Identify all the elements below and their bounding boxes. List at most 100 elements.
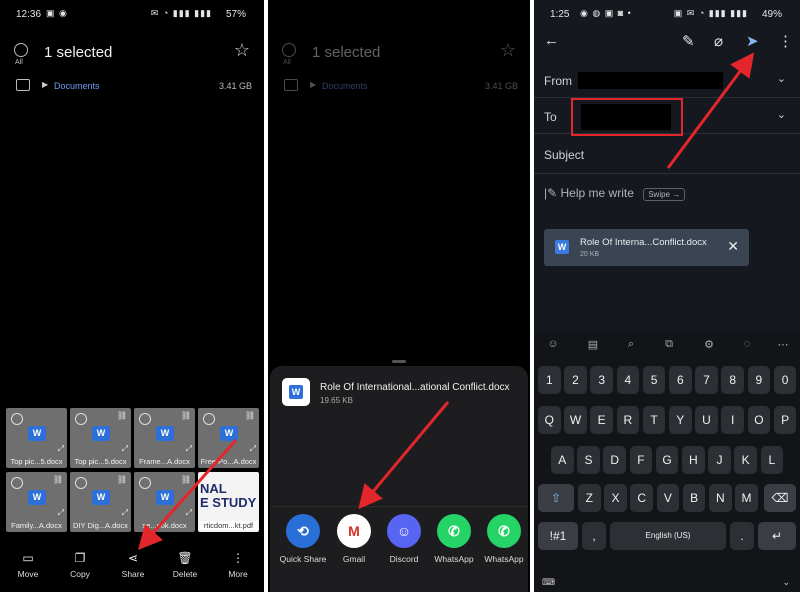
key-k[interactable]: K bbox=[734, 446, 757, 474]
translate-icon[interactable]: ⧉ bbox=[660, 338, 678, 354]
file-checkbox[interactable] bbox=[11, 413, 23, 425]
key-n[interactable]: N bbox=[709, 484, 732, 512]
key-s[interactable]: S bbox=[577, 446, 600, 474]
enter-key[interactable]: ↵ bbox=[758, 522, 796, 550]
file-tile[interactable]: ⛓ W ⤢ Family...A.docx bbox=[6, 472, 67, 532]
attachment-chip[interactable]: W Role Of Interna...Conflict.docx 20 KB … bbox=[544, 229, 749, 266]
key-1[interactable]: 1 bbox=[538, 366, 561, 394]
clipboard-icon[interactable]: ▤ bbox=[584, 338, 602, 354]
copy-button[interactable]: ❐ Copy bbox=[60, 550, 100, 579]
space-key[interactable]: English (US) bbox=[610, 522, 726, 550]
share-app-quick-share[interactable]: ⟲ Quick Share bbox=[278, 514, 328, 564]
file-tile[interactable]: ⛓ W ⤢ Frame...A.docx bbox=[134, 408, 195, 468]
key-6[interactable]: 6 bbox=[669, 366, 692, 394]
more-icon[interactable]: ⋮ bbox=[778, 32, 793, 54]
symbols-key[interactable]: !#1 bbox=[538, 522, 578, 550]
from-field[interactable]: From ⌄ bbox=[534, 64, 800, 98]
key-r[interactable]: R bbox=[616, 406, 640, 434]
file-checkbox[interactable] bbox=[139, 477, 151, 489]
ai-icon[interactable]: ◌ bbox=[738, 338, 756, 354]
search-icon[interactable]: ⌕ bbox=[622, 338, 640, 354]
file-checkbox[interactable] bbox=[11, 477, 23, 489]
key-u[interactable]: U bbox=[695, 406, 718, 434]
backspace-key[interactable]: ⌫ bbox=[764, 484, 796, 512]
key-8[interactable]: 8 bbox=[721, 366, 744, 394]
file-checkbox[interactable] bbox=[75, 413, 87, 425]
key-y[interactable]: Y bbox=[669, 406, 692, 434]
to-field[interactable]: To ⌄ bbox=[534, 98, 800, 136]
file-checkbox[interactable] bbox=[75, 477, 87, 489]
key-x[interactable]: X bbox=[604, 484, 627, 512]
file-tile[interactable]: ⛓ W ⤢ Top pic...5.docx bbox=[70, 408, 131, 468]
key-p[interactable]: P bbox=[773, 406, 797, 434]
key-f[interactable]: F bbox=[629, 446, 653, 474]
key-9[interactable]: 9 bbox=[747, 366, 771, 394]
file-checkbox[interactable] bbox=[203, 413, 215, 425]
key-w[interactable]: W bbox=[564, 406, 587, 434]
key-e[interactable]: E bbox=[590, 406, 613, 434]
key-l[interactable]: L bbox=[760, 446, 784, 474]
key-b[interactable]: B bbox=[682, 484, 706, 512]
sheet-handle[interactable] bbox=[392, 360, 406, 363]
file-tile[interactable]: ⛓ W ⤢ Free Po...A.docx bbox=[198, 408, 259, 468]
key-m[interactable]: M bbox=[735, 484, 758, 512]
key-7[interactable]: 7 bbox=[695, 366, 718, 394]
more-button[interactable]: ⋮ More bbox=[218, 550, 258, 579]
key-2[interactable]: 2 bbox=[564, 366, 587, 394]
subject-field[interactable]: Subject bbox=[534, 138, 800, 174]
share-app-whatsapp-2[interactable]: ✆ WhatsApp bbox=[479, 514, 529, 564]
key-5[interactable]: 5 bbox=[642, 366, 666, 394]
key-0[interactable]: 0 bbox=[773, 366, 797, 394]
file-tile[interactable]: W ⤢ Top pic...5.docx bbox=[6, 408, 67, 468]
delete-button[interactable]: 🗑 Delete bbox=[165, 550, 205, 579]
key-c[interactable]: C bbox=[630, 484, 653, 512]
shift-key[interactable]: ⇧ bbox=[538, 484, 574, 512]
key-i[interactable]: I bbox=[721, 406, 744, 434]
key-3[interactable]: 3 bbox=[590, 366, 613, 394]
key-a[interactable]: A bbox=[551, 446, 574, 474]
key-j[interactable]: J bbox=[708, 446, 731, 474]
share-app-whatsapp[interactable]: ✆ WhatsApp bbox=[429, 514, 479, 564]
key-v[interactable]: V bbox=[656, 484, 680, 512]
remove-attachment-icon[interactable]: ✕ bbox=[727, 238, 739, 255]
file-checkbox[interactable] bbox=[139, 413, 151, 425]
settings-icon[interactable]: ⚙ bbox=[700, 338, 718, 354]
word-file-icon: W bbox=[282, 378, 310, 406]
emoji-icon[interactable]: ☺ bbox=[544, 338, 562, 354]
select-all-checkbox[interactable] bbox=[14, 43, 28, 57]
file-manager-panel: 12:36 ▣ ◉ ✉ ◔ ▮▮▮ ▮▮▮ 57% All 1 selected… bbox=[0, 0, 264, 592]
file-tile[interactable]: NAL E STUDY rticdom...kt.pdf bbox=[198, 472, 259, 532]
chevron-down-icon[interactable]: ⌄ bbox=[777, 108, 786, 121]
key-4[interactable]: 4 bbox=[616, 366, 640, 394]
file-tile[interactable]: ⛓ W ⤢ DIY Dig...A.docx bbox=[70, 472, 131, 532]
send-icon[interactable]: ➤ bbox=[746, 32, 759, 54]
share-app-gmail[interactable]: M Gmail bbox=[329, 514, 379, 564]
move-button[interactable]: ▭ Move bbox=[8, 550, 48, 579]
share-app-discord[interactable]: ☺ Discord bbox=[379, 514, 429, 564]
key-t[interactable]: T bbox=[642, 406, 666, 434]
app-label: Discord bbox=[389, 554, 419, 564]
keyboard-switch-icon[interactable]: ⌨ bbox=[542, 577, 555, 588]
pen-icon[interactable]: ✎ bbox=[682, 32, 695, 54]
selection-header: All 1 selected ☆ bbox=[0, 40, 264, 70]
more-icon[interactable]: ⋯ bbox=[774, 338, 792, 354]
key-d[interactable]: D bbox=[603, 446, 626, 474]
back-arrow-icon[interactable]: ← bbox=[544, 32, 559, 54]
key-q[interactable]: Q bbox=[538, 406, 561, 434]
help-me-write[interactable]: |✎ Help me write Swipe → bbox=[544, 186, 686, 201]
chevron-down-icon[interactable]: ⌄ bbox=[777, 72, 786, 85]
home-icon[interactable] bbox=[16, 79, 30, 91]
comma-key[interactable]: , bbox=[582, 522, 606, 550]
word-file-icon: W bbox=[28, 490, 46, 505]
key-g[interactable]: G bbox=[655, 446, 679, 474]
hide-keyboard-icon[interactable]: ⌄ bbox=[782, 577, 790, 588]
attach-icon[interactable]: ⌀ bbox=[714, 32, 723, 54]
key-z[interactable]: Z bbox=[578, 484, 601, 512]
key-o[interactable]: O bbox=[747, 406, 771, 434]
period-key[interactable]: . bbox=[730, 522, 754, 550]
breadcrumb-documents[interactable]: Documents bbox=[54, 81, 100, 91]
key-h[interactable]: H bbox=[682, 446, 705, 474]
favorite-star-icon[interactable]: ☆ bbox=[234, 40, 250, 61]
share-button[interactable]: ⋖ Share bbox=[113, 550, 153, 579]
file-tile[interactable]: ⛓ W ⤢ se...ook.docx bbox=[134, 472, 195, 532]
